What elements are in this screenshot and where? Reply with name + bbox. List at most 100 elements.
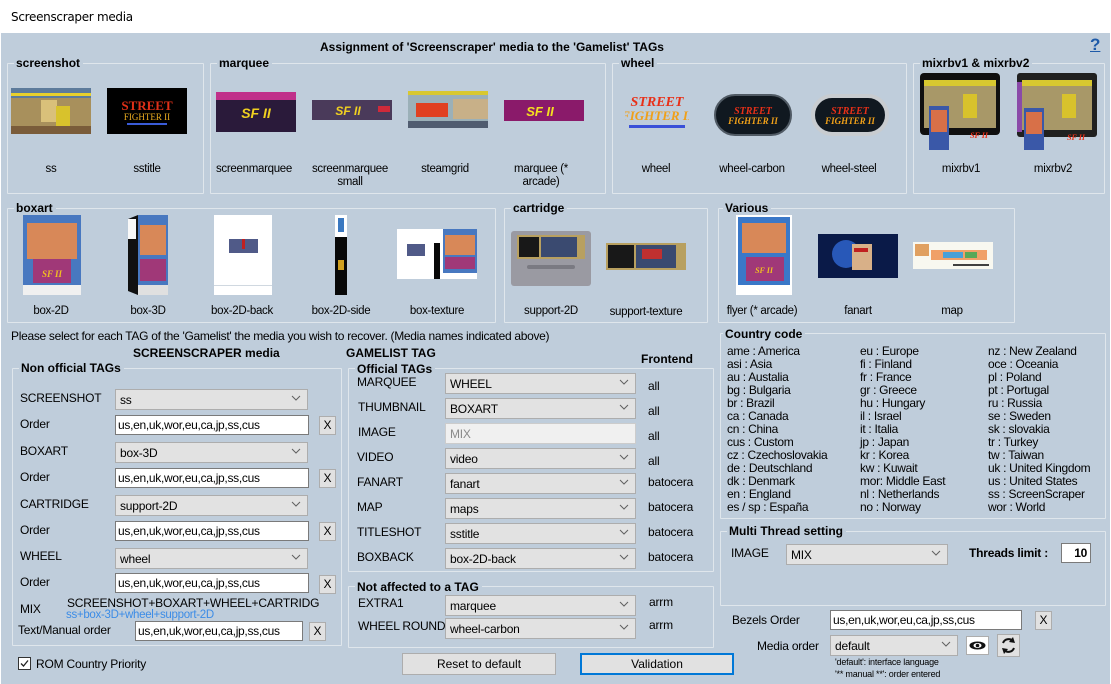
media-caption: steamgrid [421,163,469,175]
svg-text:STREET: STREET [121,98,173,113]
chevron-down-icon [291,448,301,454]
selected-value: sstitle [450,527,480,541]
clear-bezels-order-button[interactable]: X [1035,611,1052,630]
thumbnail-select[interactable]: BOXART [445,398,636,419]
media-caption: box-texture [409,305,465,317]
group-country-code: Country code ame : America asi : Asia au :… [720,327,1106,519]
chevron-down-icon [931,550,941,556]
eye-icon [969,641,986,650]
chevron-down-icon [619,624,629,630]
order-label: Order [20,417,50,431]
selected-value: MIX [450,427,471,441]
chevron-down-icon [619,601,629,607]
cartridge-label: CARTRIDGE [20,497,89,511]
clear-text-manual-order-button[interactable]: X [309,622,326,641]
chevron-down-icon [619,404,629,410]
chevron-down-icon [619,529,629,535]
text-manual-order-input[interactable]: us,en,uk,wor,eu,ca,jp,ss,cus [135,621,303,641]
official-tag-label: MARQUEE [357,375,417,389]
reset-to-default-button[interactable]: Reset to default [402,653,556,675]
media-caption: screenmarquee small [311,163,388,188]
selected-value: MIX [791,548,812,562]
svg-text:SF II: SF II [42,269,63,279]
rom-country-priority-checkbox[interactable] [18,657,31,670]
bezels-order-input[interactable]: us,en,uk,wor,eu,ca,jp,ss,cus [830,610,1022,630]
chevron-down-icon [291,395,301,401]
box-2d-back-thumbnail [214,215,272,295]
titleshot-select[interactable]: sstitle [445,523,636,544]
media-caption: mixrbv2 [1033,163,1073,175]
map-select[interactable]: maps [445,498,636,519]
wheel-select[interactable]: wheel [115,548,308,569]
group-marquee: marquee SF II SF II SF II screenmarquee … [210,56,606,194]
clear-cartridge-order-button[interactable]: X [319,522,336,541]
country-code-entry: no : Norway [860,500,921,514]
page-title: Assignment of 'Screenscraper' media to t… [320,40,664,54]
help-link[interactable]: ? [1090,35,1100,55]
group-label: cartridge [511,201,568,215]
selected-value: fanart [450,477,480,491]
marquee-select[interactable]: WHEEL [445,373,636,394]
extra1-select[interactable]: marquee [445,595,636,616]
frontend-value: all [648,379,660,393]
svg-text:SF II: SF II [755,266,774,275]
screenscraper-media-heading: SCREENSCRAPER media [133,346,280,360]
marquee-arcade-thumbnail: SF II [504,100,584,121]
refresh-button[interactable] [997,634,1020,657]
mixrbv2-thumbnail: SF II [1017,73,1097,150]
selected-value: support-2D [120,499,178,513]
media-caption: flyer (* arcade) [726,305,798,317]
selected-value: box-2D-back [450,552,516,566]
screenshot-label: SCREENSHOT [20,391,102,405]
validation-button[interactable]: Validation [580,653,734,675]
map-thumbnail [913,242,993,269]
refresh-icon [1002,637,1015,654]
steamgrid-thumbnail [408,91,488,128]
preview-order-button[interactable] [966,636,989,655]
fanart-select[interactable]: fanart [445,473,636,494]
boxart-order-input[interactable]: us,en,uk,wor,eu,ca,jp,ss,cus [115,468,309,488]
gamelist-tag-heading: GAMELIST TAG [346,346,436,360]
not-affected-tag-label: EXTRA1 [358,596,404,610]
clear-boxart-order-button[interactable]: X [319,469,336,488]
chevron-down-icon [619,504,629,510]
rom-country-priority-label: ROM Country Priority [36,657,147,671]
boxart-select[interactable]: box-3D [115,442,308,463]
video-select[interactable]: video [445,448,636,469]
wheel-steel-thumbnail: STREETFIGHTER II [811,94,889,136]
instruction-text: Please select for each TAG of the 'Gamel… [11,329,550,343]
chevron-down-icon [619,379,629,385]
official-tag-label: FANART [357,475,403,489]
frontend-value: all [648,404,660,418]
bezels-order-label: Bezels Order [732,613,800,627]
svg-text:SF II: SF II [526,104,554,119]
boxback-select[interactable]: box-2D-back [445,548,636,569]
media-order-select[interactable]: default [830,635,958,656]
wheel-round-select[interactable]: wheel-carbon [445,618,636,639]
group-boxart: boxart SF II box-2D box-3D box-2D-back b… [7,201,496,323]
cartridge-select[interactable]: support-2D [115,495,308,516]
chevron-down-icon [619,479,629,485]
not-affected-tag-label: WHEEL ROUND [358,619,446,633]
group-label: Not affected to a TAG [355,580,482,594]
frontend-value: batocera [648,475,694,489]
clear-screenshot-order-button[interactable]: X [319,416,336,435]
multi-thread-image-select[interactable]: MIX [786,544,948,565]
threads-limit-input[interactable]: 10 [1061,543,1091,563]
media-caption: wheel [641,163,671,175]
media-caption: ss [45,163,57,175]
selected-value: marquee [450,599,496,613]
selected-value: WHEEL [450,377,492,391]
sstitle-thumbnail: STREETFIGHTER II [107,88,187,134]
svg-text:SF II: SF II [970,131,989,140]
official-tag-label: THUMBNAIL [358,400,426,414]
media-caption: box-3D [130,305,166,317]
screenshot-order-input[interactable]: us,en,uk,wor,eu,ca,jp,ss,cus [115,415,309,435]
screenshot-select[interactable]: ss [115,389,308,410]
wheel-order-input[interactable]: us,en,uk,wor,eu,ca,jp,ss,cus [115,573,309,593]
order-label: Order [20,575,50,589]
svg-text:FIGHTER II: FIGHTER II [625,108,689,123]
cartridge-order-input[interactable]: us,en,uk,wor,eu,ca,jp,ss,cus [115,521,309,541]
clear-wheel-order-button[interactable]: X [319,575,336,594]
threads-limit-label: Threads limit : [969,546,1049,560]
